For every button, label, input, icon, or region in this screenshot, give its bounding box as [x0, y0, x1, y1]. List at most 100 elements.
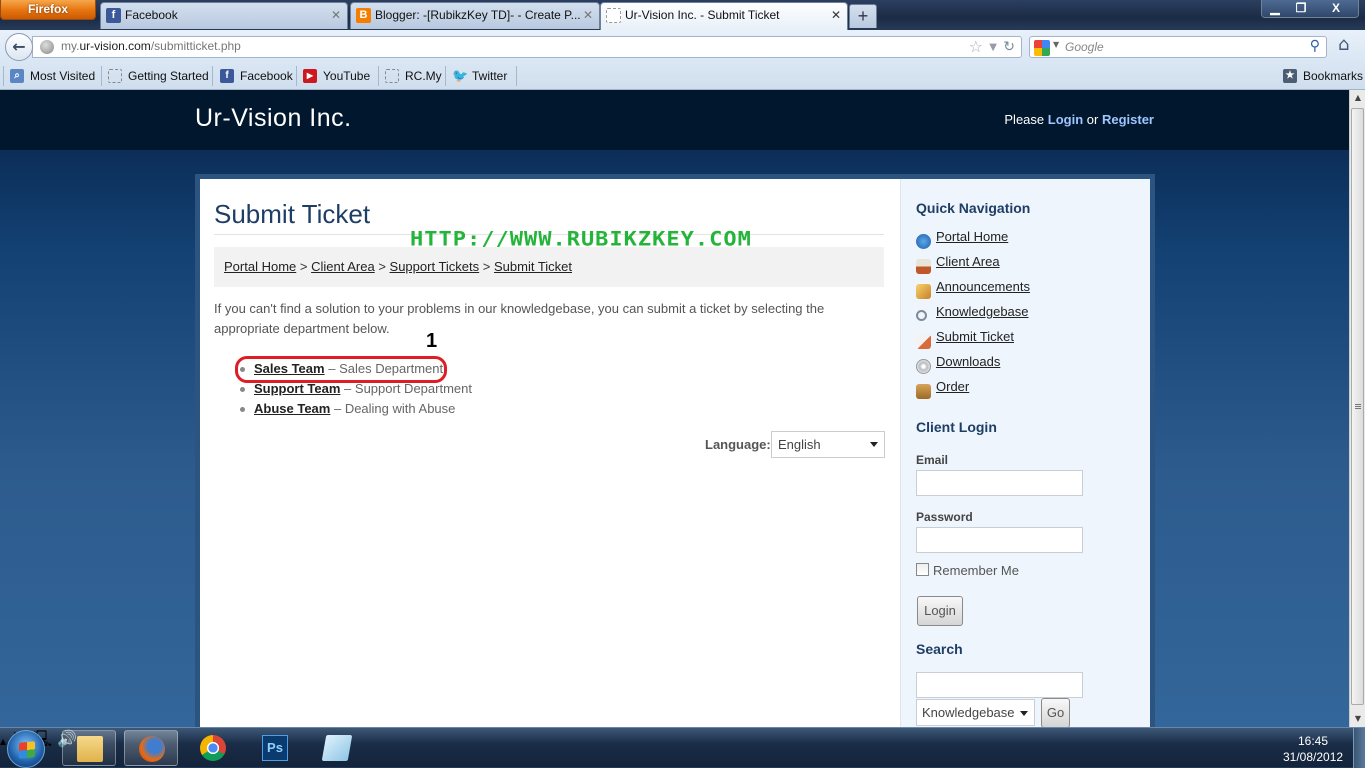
bookmark-rcmy[interactable]: RC.My	[385, 68, 442, 84]
search-bar[interactable]: ▼ Google ⚲	[1029, 36, 1327, 58]
tab-blogger[interactable]: B Blogger: -[RubikzKey TD]- - Create P..…	[350, 2, 600, 29]
navigation-toolbar: my.ur-vision.com/submitticket.php ☆ ▼ ↻ …	[0, 30, 1365, 62]
search-scope-select[interactable]: Knowledgebase	[916, 699, 1035, 726]
bookmark-label: RC.My	[405, 69, 442, 83]
quick-nav-knowledgebase[interactable]: Knowledgebase	[916, 304, 1030, 329]
quick-nav-downloads[interactable]: Downloads	[916, 354, 1030, 379]
remember-me-checkbox[interactable]	[916, 563, 929, 576]
bookmarks-toolbar: ⌕ Most Visited Getting Started f Faceboo…	[0, 62, 1365, 90]
quick-nav-order[interactable]: Order	[916, 379, 1030, 404]
taskbar-firefox[interactable]	[124, 730, 178, 766]
new-tab-button[interactable]: +	[849, 4, 877, 28]
scroll-down-arrow-icon[interactable]: ▼	[1350, 711, 1365, 727]
search-engine-dropdown-icon[interactable]: ▼	[1053, 40, 1059, 49]
home-icon[interactable]: ⌂	[1338, 34, 1349, 55]
register-link[interactable]: Register	[1102, 112, 1154, 127]
tab-close-icon[interactable]: ✕	[331, 3, 341, 28]
quick-nav-portal-home[interactable]: Portal Home	[916, 229, 1030, 254]
email-field[interactable]	[916, 470, 1083, 496]
bookmark-label: Most Visited	[30, 69, 96, 83]
start-button[interactable]	[7, 730, 45, 768]
login-link[interactable]: Login	[1048, 112, 1083, 127]
quick-nav-announcements[interactable]: Announcements	[916, 279, 1030, 304]
bookmark-getting-started[interactable]: Getting Started	[108, 68, 209, 84]
firefox-menu-button[interactable]: Firefox	[0, 0, 96, 20]
back-button[interactable]: ←	[5, 33, 33, 61]
history-dropdown-icon[interactable]: ▼	[989, 38, 997, 58]
quick-nav-label[interactable]: Client Area	[936, 254, 1000, 269]
scroll-up-arrow-icon[interactable]: ▲	[1350, 90, 1365, 106]
scrollbar-thumb[interactable]	[1351, 108, 1364, 705]
tab-close-icon[interactable]: ✕	[583, 3, 593, 28]
tab-label: Blogger: -[RubikzKey TD]- - Create P...	[375, 8, 581, 22]
bookmark-facebook[interactable]: f Facebook	[220, 68, 293, 84]
department-link-abuse[interactable]: Abuse Team	[254, 401, 330, 416]
bookmark-most-visited[interactable]: ⌕ Most Visited	[10, 68, 95, 84]
bookmarks-menu-button[interactable]: ★ Bookmarks	[1283, 68, 1363, 84]
go-button[interactable]: Go	[1041, 698, 1070, 727]
breadcrumb-support-tickets[interactable]: Support Tickets	[390, 259, 480, 274]
vertical-scrollbar[interactable]: ▲ ▼	[1349, 90, 1365, 727]
magnifier-icon	[916, 310, 927, 321]
password-field[interactable]	[916, 527, 1083, 553]
quick-nav-label[interactable]: Order	[936, 379, 969, 394]
most-visited-icon: ⌕	[10, 69, 24, 83]
url-bar[interactable]: my.ur-vision.com/submitticket.php ☆ ▼ ↻	[32, 36, 1022, 58]
google-icon[interactable]	[1034, 40, 1050, 56]
show-hidden-icons-arrow-icon[interactable]: ▲	[0, 737, 6, 746]
quick-nav-label[interactable]: Downloads	[936, 354, 1000, 369]
show-desktop-button[interactable]	[1353, 728, 1365, 768]
breadcrumb: Portal Home > Client Area > Support Tick…	[214, 247, 884, 287]
facebook-icon: f	[220, 69, 234, 83]
remember-me[interactable]: Remember Me	[916, 563, 1019, 578]
department-link-support[interactable]: Support Team	[254, 381, 340, 396]
quick-nav-client-area[interactable]: Client Area	[916, 254, 1030, 279]
facebook-icon: f	[106, 8, 121, 23]
bookmarks-menu-label: Bookmarks	[1303, 69, 1364, 83]
back-arrow-icon: ←	[12, 37, 26, 56]
url-text[interactable]: my.ur-vision.com/submitticket.php	[61, 39, 241, 53]
bookmark-twitter[interactable]: 🐦 Twitter	[452, 68, 507, 84]
cd-icon	[916, 359, 931, 374]
windows-taskbar: Ps ▲ ⚑ 🖳 🔊 16:45 31/08/2012	[0, 727, 1365, 768]
maximize-button[interactable]: ❐	[1288, 0, 1314, 17]
site-title[interactable]: Ur-Vision Inc.	[195, 104, 352, 133]
browser-titlebar: Firefox f Facebook ✕ B Blogger: -[Rubikz…	[0, 0, 1365, 30]
bookmark-label: YouTube	[323, 69, 371, 83]
breadcrumb-portal-home[interactable]: Portal Home	[224, 259, 296, 274]
kb-search-input[interactable]	[916, 672, 1083, 698]
taskbar-chrome[interactable]	[186, 730, 240, 766]
quick-nav-label[interactable]: Announcements	[936, 279, 1030, 294]
language-select[interactable]: English	[771, 431, 885, 458]
department-item: Abuse Team – Dealing with Abuse	[240, 399, 472, 419]
notepad-icon	[321, 735, 353, 761]
separator	[445, 66, 446, 86]
minimize-button[interactable]: ▁	[1262, 0, 1288, 17]
quick-nav-label[interactable]: Submit Ticket	[936, 329, 1014, 344]
announcements-icon	[916, 284, 931, 299]
tab-submit-ticket[interactable]: Ur-Vision Inc. - Submit Ticket ✕	[600, 2, 848, 30]
quick-nav-label[interactable]: Portal Home	[936, 229, 1008, 244]
login-prompt-text: Please	[1004, 112, 1045, 127]
login-button[interactable]: Login	[917, 596, 963, 626]
taskbar-explorer[interactable]	[62, 730, 116, 766]
breadcrumb-submit-ticket[interactable]: Submit Ticket	[494, 259, 572, 274]
password-label: Password	[916, 510, 973, 524]
tab-facebook[interactable]: f Facebook ✕	[100, 2, 348, 29]
taskbar-notepad[interactable]	[310, 730, 364, 766]
breadcrumb-client-area[interactable]: Client Area	[311, 259, 375, 274]
folder-icon	[77, 736, 103, 762]
bookmark-youtube[interactable]: ▶ YouTube	[303, 68, 370, 84]
quick-nav-submit-ticket[interactable]: Submit Ticket	[916, 329, 1030, 354]
taskbar-photoshop[interactable]: Ps	[248, 730, 302, 766]
reload-icon[interactable]: ↻	[1003, 37, 1015, 57]
quick-nav-label[interactable]: Knowledgebase	[936, 304, 1029, 319]
search-magnifier-icon[interactable]: ⚲	[1310, 38, 1320, 54]
close-window-button[interactable]: X	[1314, 0, 1358, 17]
scrollbar-grip-icon	[1355, 404, 1361, 405]
search-input[interactable]: Google	[1065, 40, 1104, 54]
tab-close-icon[interactable]: ✕	[831, 3, 841, 28]
bookmark-star-icon[interactable]: ☆	[969, 37, 983, 57]
taskbar-clock[interactable]: 16:45 31/08/2012	[1283, 733, 1343, 765]
client-login-heading: Client Login	[916, 419, 997, 435]
